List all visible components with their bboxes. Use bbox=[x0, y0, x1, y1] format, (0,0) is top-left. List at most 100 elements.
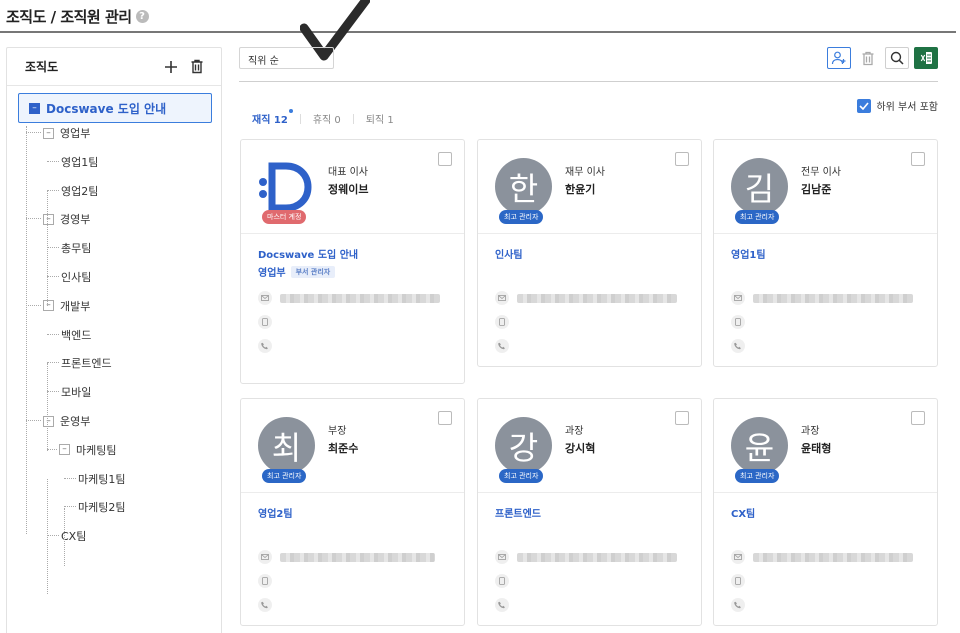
tree-node[interactable]: 백엔드 bbox=[61, 327, 91, 343]
avatar: 강 bbox=[495, 417, 552, 474]
member-dept[interactable]: 영업1팀 bbox=[731, 246, 766, 261]
collapse-icon[interactable]: – bbox=[43, 213, 54, 225]
phone-icon bbox=[731, 598, 745, 612]
member-dept[interactable]: Docswave 도입 안내 bbox=[258, 246, 358, 261]
member-checkbox[interactable] bbox=[675, 152, 689, 166]
tree-node-label: 영업1팀 bbox=[61, 155, 99, 169]
delete-member-button[interactable] bbox=[856, 47, 880, 69]
tree-node[interactable]: 프론트엔드 bbox=[61, 355, 112, 371]
member-checkbox[interactable] bbox=[911, 411, 925, 425]
tree-node[interactable]: 마케팅1팀 bbox=[78, 471, 125, 487]
phone-row bbox=[731, 598, 753, 612]
email-icon bbox=[258, 291, 272, 305]
member-name[interactable]: 김남준 bbox=[801, 181, 831, 197]
member-checkbox[interactable] bbox=[438, 411, 452, 425]
dept-label: 영업부 bbox=[258, 268, 286, 279]
phone-icon bbox=[495, 339, 509, 353]
email-icon bbox=[495, 550, 509, 564]
search-icon bbox=[890, 51, 904, 65]
sort-select[interactable]: 직위 순 bbox=[239, 47, 334, 69]
excel-export-button[interactable] bbox=[914, 47, 938, 69]
member-checkbox[interactable] bbox=[911, 152, 925, 166]
add-department-icon[interactable] bbox=[163, 59, 179, 75]
collapse-icon[interactable]: – bbox=[43, 300, 54, 312]
new-indicator-dot bbox=[288, 109, 293, 113]
tree-node[interactable]: – 운영부 bbox=[43, 413, 90, 429]
email-value bbox=[280, 293, 440, 303]
member-title: 전무 이사 bbox=[801, 167, 841, 178]
member-dept[interactable]: 인사팀 bbox=[495, 246, 523, 261]
tree-node[interactable]: 영업1팀 bbox=[61, 154, 98, 170]
member-card[interactable]: 김 최고 관리자 전무 이사 김남준 영업1팀 bbox=[713, 139, 938, 367]
add-member-button[interactable] bbox=[827, 47, 851, 69]
page-header: 조직도 / 조직원 관리 ? bbox=[6, 6, 149, 27]
member-checkbox[interactable] bbox=[438, 152, 452, 166]
tree-node[interactable]: 모바일 bbox=[61, 384, 91, 400]
member-dept[interactable]: 프론트엔드 bbox=[495, 505, 541, 520]
tree-node-label: 마케팅팀 bbox=[76, 443, 117, 457]
member-card[interactable]: 윤 최고 관리자 과장 윤태형 CX팀 bbox=[713, 398, 938, 626]
mobile-row bbox=[258, 574, 280, 588]
member-card[interactable]: 한 최고 관리자 재무 이사 한윤기 인사팀 bbox=[477, 139, 702, 367]
member-card[interactable]: 강 최고 관리자 과장 강시혁 프론트엔드 bbox=[477, 398, 702, 626]
mobile-icon bbox=[731, 315, 745, 329]
member-card[interactable]: 최 최고 관리자 부장 최준수 영업2팀 bbox=[240, 398, 465, 626]
member-name[interactable]: 최준수 bbox=[328, 440, 358, 456]
tree-root-node[interactable]: – Docswave 도입 안내 bbox=[18, 93, 212, 123]
page-title: 조직도 / 조직원 관리 bbox=[6, 8, 132, 26]
role-badge: 최고 관리자 bbox=[262, 469, 307, 483]
role-badge: 최고 관리자 bbox=[499, 469, 544, 483]
search-button[interactable] bbox=[885, 47, 909, 69]
member-title: 대표 이사 bbox=[328, 167, 368, 178]
mobile-row bbox=[495, 574, 517, 588]
tree-node[interactable]: – 경영부 bbox=[43, 211, 90, 227]
tab-active[interactable]: 재직 12 bbox=[252, 109, 293, 126]
mobile-row bbox=[258, 315, 280, 329]
phone-icon bbox=[258, 598, 272, 612]
company-logo-icon bbox=[258, 158, 315, 215]
member-title: 과장 bbox=[565, 426, 584, 437]
tab-retired[interactable]: 퇴직 1 bbox=[366, 111, 394, 126]
tree-node[interactable]: 영업2팀 bbox=[61, 183, 98, 199]
include-subdept-toggle[interactable]: 하위 부서 포함 bbox=[857, 98, 938, 113]
tree-node[interactable]: 마케팅2팀 bbox=[78, 499, 125, 515]
include-subdept-label: 하위 부서 포함 bbox=[876, 102, 938, 113]
collapse-icon[interactable]: – bbox=[43, 127, 54, 139]
mobile-icon bbox=[495, 574, 509, 588]
member-name[interactable]: 강시혁 bbox=[565, 440, 595, 456]
collapse-icon[interactable]: – bbox=[43, 415, 54, 427]
member-checkbox[interactable] bbox=[675, 411, 689, 425]
member-name[interactable]: 한윤기 bbox=[565, 181, 595, 197]
collapse-icon[interactable]: – bbox=[59, 444, 70, 456]
email-value bbox=[517, 552, 677, 562]
excel-icon bbox=[920, 52, 932, 64]
tree-node[interactable]: 인사팀 bbox=[61, 269, 91, 285]
member-name[interactable]: 정웨이브 bbox=[328, 181, 368, 197]
tree-node[interactable]: – 마케팅팀 bbox=[59, 442, 116, 458]
delete-department-icon[interactable] bbox=[189, 59, 205, 75]
email-value bbox=[280, 552, 435, 562]
member-dept[interactable]: 영업2팀 bbox=[258, 505, 293, 520]
member-name[interactable]: 윤태형 bbox=[801, 440, 831, 456]
main-toolbar bbox=[827, 47, 938, 69]
collapse-icon[interactable]: – bbox=[29, 102, 40, 114]
tree-node-label: 개발부 bbox=[60, 299, 91, 313]
include-subdept-checkbox[interactable] bbox=[857, 98, 872, 113]
tree-node[interactable]: 총무팀 bbox=[61, 240, 91, 256]
mobile-icon bbox=[495, 315, 509, 329]
tree-root-label: Docswave 도입 안내 bbox=[46, 101, 167, 116]
phone-row bbox=[495, 598, 517, 612]
member-dept[interactable]: CX팀 bbox=[731, 505, 755, 520]
avatar: 최 bbox=[258, 417, 315, 474]
tab-leave[interactable]: 휴직 0 bbox=[313, 111, 341, 126]
tree-node[interactable]: – 영업부 bbox=[43, 125, 90, 141]
tree-node[interactable]: – 개발부 bbox=[43, 298, 90, 314]
trash-icon bbox=[862, 51, 874, 65]
dept-manager-badge: 부서 관리자 bbox=[290, 265, 336, 278]
toolbar-divider bbox=[239, 81, 938, 82]
help-icon[interactable]: ? bbox=[135, 10, 149, 23]
role-badge: 최고 관리자 bbox=[735, 469, 780, 483]
phone-row bbox=[258, 598, 280, 612]
member-secondary-dept[interactable]: 영업부 부서 관리자 bbox=[258, 264, 336, 279]
member-card[interactable]: 마스터 계정 대표 이사 정웨이브 Docswave 도입 안내 영업부 부서 관… bbox=[240, 139, 465, 384]
